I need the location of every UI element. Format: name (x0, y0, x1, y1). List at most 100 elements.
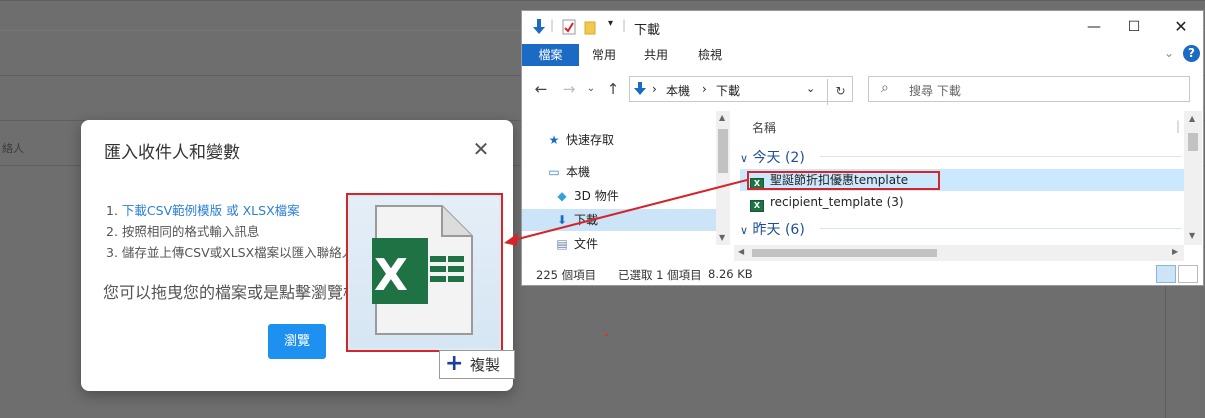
step-number: 1. (106, 203, 118, 218)
group-label: 昨天 (6) (752, 222, 805, 238)
drag-copy-tooltip: + 複製 (439, 350, 515, 379)
nav-item-this-pc[interactable]: ▭ 本機 (546, 161, 716, 183)
nav-item-label: 3D 物件 (574, 189, 619, 203)
back-button[interactable]: ← (530, 78, 552, 100)
computer-icon: ▭ (548, 165, 560, 179)
stray-mark (605, 334, 608, 336)
highlight-box (747, 171, 940, 190)
nav-item-label: 下載 (574, 213, 599, 227)
nav-item-downloads[interactable]: ⬇ 下載 (522, 209, 716, 231)
file-row[interactable]: Xrecipient_template (3) (740, 191, 1186, 213)
tab-share[interactable]: 共用 (644, 44, 668, 66)
scroll-left-icon[interactable]: ◀ (738, 247, 744, 256)
navigation-scrollbar[interactable]: ▲ ▼ (716, 111, 730, 245)
group-divider (820, 156, 1182, 157)
file-name: recipient_template (3) (770, 195, 904, 209)
help-icon[interactable]: ? (1183, 45, 1200, 62)
download-icon (634, 82, 646, 95)
customize-toolbar-icon[interactable]: ▾ (608, 18, 613, 29)
search-icon: ⌕ (881, 80, 889, 96)
download-csv-link[interactable]: 下載CSV範例模版 (122, 203, 222, 218)
download-icon: ⬇ (556, 213, 568, 227)
breadcrumb-downloads[interactable]: 下載 (716, 82, 740, 99)
file-explorer-window: | ▾ | 下載 — ☐ ✕ 檔案 常用 共用 檢視 ⌄ ? ← → ⌄ ↑ ›… (521, 10, 1204, 286)
scroll-right-icon[interactable]: ▶ (1172, 247, 1178, 256)
background-divider (0, 0, 1205, 1)
search-input[interactable]: 搜尋 下載 (909, 82, 961, 99)
close-icon[interactable]: ✕ (470, 138, 492, 160)
scroll-up-icon[interactable]: ▲ (1189, 114, 1195, 123)
title-bar[interactable]: | ▾ | 下載 — ☐ ✕ (522, 11, 1203, 43)
instruction-list: 1. 下載CSV範例模版 或 XLSX檔案 2. 按照相同的格式輸入訊息 3. … (106, 200, 354, 263)
toolbar-divider: | (550, 18, 555, 32)
minimize-button[interactable]: — (1079, 15, 1109, 39)
large-icons-view-icon[interactable] (1178, 265, 1198, 283)
tab-view[interactable]: 檢視 (698, 44, 722, 66)
scrollbar-thumb[interactable] (752, 249, 937, 257)
item-count: 225 個項目 (536, 268, 597, 282)
nav-item-label: 文件 (574, 237, 599, 251)
group-header-today[interactable]: ∨ 今天 (2) (740, 147, 805, 167)
document-icon: ▤ (556, 237, 568, 251)
step-number: 3. (106, 245, 118, 260)
address-bar[interactable]: › 本機 › 下載 ⌄ ↻ (629, 76, 853, 105)
scrollbar-thumb[interactable] (1188, 133, 1198, 151)
refresh-button[interactable]: ↻ (827, 79, 853, 105)
search-box[interactable]: ⌕ 搜尋 下載 (868, 76, 1190, 102)
up-button[interactable]: ↑ (602, 78, 624, 100)
breadcrumb-this-pc[interactable]: 本機 (666, 82, 690, 99)
file-list-horizontal-scrollbar[interactable]: ◀ ▶ (734, 245, 1184, 261)
new-folder-icon[interactable] (584, 19, 596, 35)
group-divider (820, 228, 1182, 229)
download-xlsx-link[interactable]: XLSX檔案 (243, 203, 300, 218)
excel-file-icon: X (750, 200, 764, 212)
breadcrumb-separator-icon: › (702, 82, 707, 96)
breadcrumb-separator-icon: › (652, 82, 657, 96)
excel-file-icon: X (372, 205, 473, 335)
file-list-vertical-scrollbar[interactable]: ▲ ▼ (1184, 111, 1202, 245)
tab-home[interactable]: 常用 (592, 44, 616, 66)
background-label: 絡人 (2, 142, 24, 155)
copy-label: 複製 (470, 356, 501, 374)
nav-item-label: 本機 (566, 165, 591, 179)
forward-button[interactable]: → (558, 78, 580, 100)
nav-item-documents[interactable]: ▤ 文件 (554, 233, 716, 255)
group-label: 今天 (2) (752, 150, 805, 166)
details-view-icon[interactable] (1156, 265, 1176, 283)
cube-icon: ◆ (557, 189, 567, 203)
column-divider[interactable]: | (1176, 119, 1180, 133)
expand-ribbon-icon[interactable]: ⌄ (1164, 46, 1174, 60)
step-number: 2. (106, 224, 118, 239)
chevron-down-icon: ∨ (740, 224, 749, 237)
scroll-down-icon[interactable]: ▼ (719, 233, 725, 242)
nav-item-3d-objects[interactable]: ◆ 3D 物件 (554, 185, 716, 207)
step-separator: 或 (222, 203, 239, 218)
dialog-title: 匯入收件人和變數 (104, 143, 240, 163)
address-dropdown-icon[interactable]: ⌄ (806, 82, 815, 95)
close-button[interactable]: ✕ (1166, 15, 1196, 39)
column-header-name[interactable]: 名稱 (752, 119, 776, 136)
toolbar-divider: | (622, 18, 627, 32)
plus-icon: + (445, 351, 464, 376)
recent-locations-icon[interactable]: ⌄ (580, 78, 602, 100)
selection-count: 已選取 1 個項目 (618, 268, 702, 282)
tab-file[interactable]: 檔案 (522, 44, 579, 66)
instruction-step-1: 1. 下載CSV範例模版 或 XLSX檔案 (106, 200, 354, 221)
selection-size: 8.26 KB (708, 267, 753, 281)
scroll-up-icon[interactable]: ▲ (719, 113, 725, 122)
status-bar: 225 個項目 已選取 1 個項目 8.26 KB (522, 263, 1203, 285)
step-text: 按照相同的格式輸入訊息 (121, 224, 260, 239)
nav-item-quick-access[interactable]: ★ 快速存取 (546, 129, 716, 151)
properties-icon[interactable] (562, 19, 576, 35)
group-header-yesterday[interactable]: ∨ 昨天 (6) (740, 219, 805, 239)
nav-item-label: 快速存取 (566, 133, 615, 147)
maximize-button[interactable]: ☐ (1119, 15, 1149, 39)
navigation-bar: ← → ⌄ ↑ › 本機 › 下載 ⌄ ↻ ⌕ 搜尋 下載 (522, 74, 1203, 105)
instruction-step-2: 2. 按照相同的格式輸入訊息 (106, 221, 354, 242)
star-icon: ★ (548, 133, 560, 147)
window-title: 下載 (634, 23, 661, 38)
scrollbar-thumb[interactable] (718, 129, 728, 173)
scroll-down-icon[interactable]: ▼ (1189, 231, 1195, 240)
chevron-down-icon: ∨ (740, 152, 749, 165)
browse-button[interactable]: 瀏覽 (268, 324, 326, 359)
